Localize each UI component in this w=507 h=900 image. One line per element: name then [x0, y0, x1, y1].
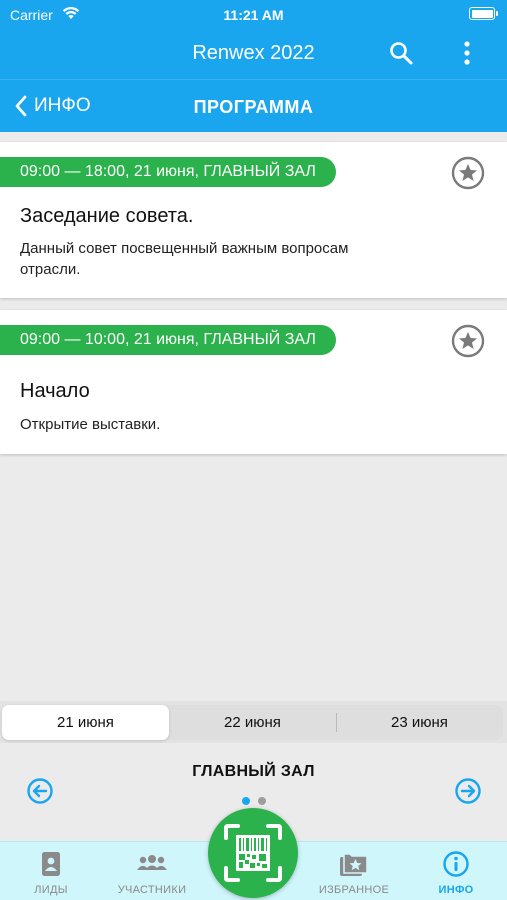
page-title: ПРОГРАММА: [193, 97, 314, 117]
page-dot-active: [241, 797, 250, 805]
page-indicator: [0, 797, 507, 805]
day-tab-22[interactable]: 22 июня: [169, 705, 336, 740]
favorite-star-icon[interactable]: [451, 156, 485, 190]
event-title: Заседание совета.: [20, 205, 194, 227]
section-bar: ИНФО ПРОГРАММА: [0, 79, 507, 132]
event-description: Данный совет посвещенный важным вопросам…: [20, 240, 349, 278]
segment-divider: [336, 713, 337, 732]
tab-info[interactable]: ИНФО: [406, 842, 506, 900]
app-bar: Renwex 2022: [0, 30, 507, 78]
event-card[interactable]: 09:00 — 18:00, 21 июня, ГЛАВНЫЙ ЗАЛ Засе…: [0, 142, 507, 298]
event-time-badge: 09:00 — 10:00, 21 июня, ГЛАВНЫЙ ЗАЛ: [0, 325, 336, 355]
event-description: Открытие выставки.: [20, 416, 161, 433]
favorites-folder-icon: [338, 850, 370, 883]
status-bar: Carrier 11:21 AM: [0, 0, 507, 30]
people-icon: [136, 850, 168, 881]
clock: 11:21 AM: [223, 7, 284, 23]
page-dot: [257, 797, 266, 805]
event-card[interactable]: 09:00 — 10:00, 21 июня, ГЛАВНЫЙ ЗАЛ Нача…: [0, 310, 507, 454]
app-title: Renwex 2022: [192, 42, 315, 64]
day-tab-21[interactable]: 21 июня: [2, 705, 169, 740]
contact-card-icon: [40, 850, 62, 883]
hall-name: ГЛАВНЫЙ ЗАЛ: [192, 763, 315, 780]
tab-participants[interactable]: УЧАСТНИКИ: [102, 842, 202, 900]
more-vertical-icon[interactable]: [458, 40, 476, 66]
info-icon: [442, 850, 470, 883]
tab-label: ЛИДЫ: [34, 884, 68, 896]
header: Carrier 11:21 AM Renwex 2022 ИНФО ПРОГРА…: [0, 0, 507, 132]
tab-leads[interactable]: ЛИДЫ: [1, 842, 101, 900]
qr-scan-button[interactable]: [208, 808, 298, 898]
tab-label: ИЗБРАННОЕ: [318, 884, 390, 896]
event-title: Начало: [20, 380, 90, 402]
day-selector: 21 июня 22 июня 23 июня: [0, 701, 507, 743]
qr-scan-icon: [224, 824, 282, 882]
favorite-star-icon[interactable]: [451, 324, 485, 358]
search-icon[interactable]: [388, 40, 414, 66]
event-time-badge: 09:00 — 18:00, 21 июня, ГЛАВНЫЙ ЗАЛ: [0, 157, 336, 187]
tab-favorites[interactable]: ИЗБРАННОЕ: [304, 842, 404, 900]
tab-label: ИНФО: [438, 884, 474, 896]
tab-label: УЧАСТНИКИ: [117, 884, 187, 896]
battery-icon: [469, 7, 498, 20]
day-segmented-control: 21 июня 22 июня 23 июня: [2, 705, 503, 740]
day-tab-23[interactable]: 23 июня: [336, 705, 503, 740]
